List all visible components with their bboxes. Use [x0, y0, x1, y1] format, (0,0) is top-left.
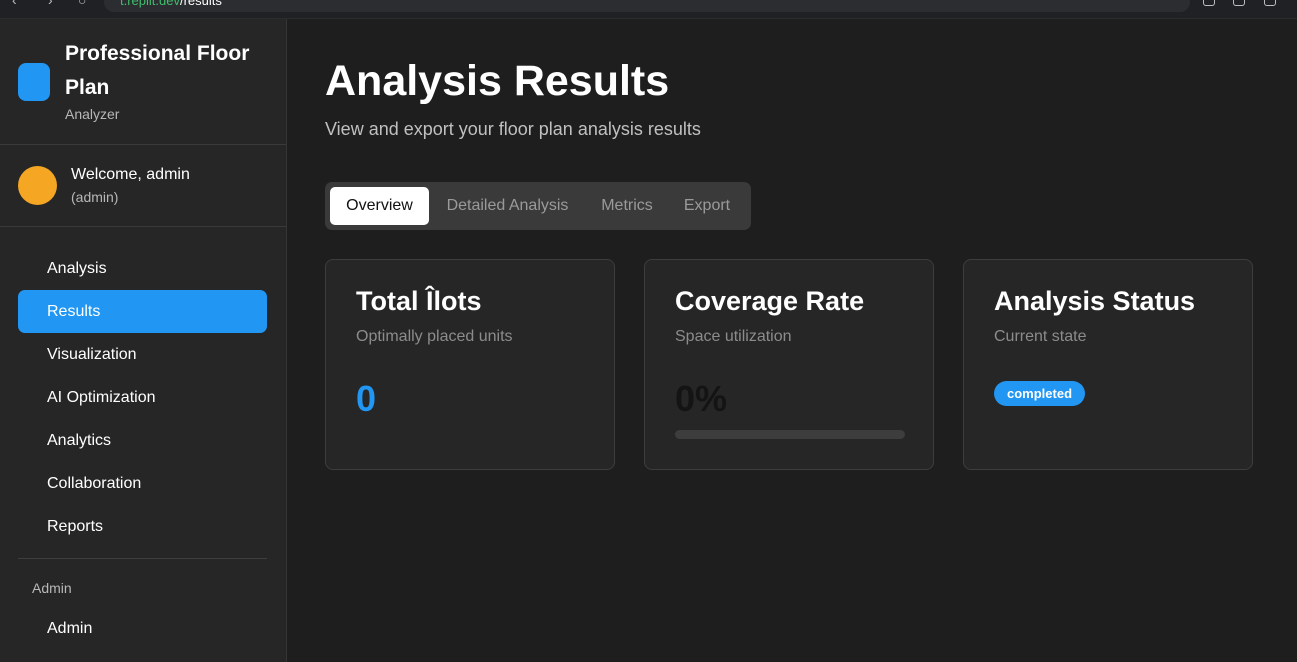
brand-header: Professional Floor Plan Analyzer [0, 19, 286, 145]
sidebar-item-results[interactable]: Results [18, 290, 267, 333]
tab-export[interactable]: Export [673, 187, 741, 225]
user-role: (admin) [71, 189, 119, 205]
app-subtitle: Analyzer [65, 106, 120, 122]
sidebar-nav: Analysis Results Visualization AI Optimi… [18, 247, 267, 548]
monitor-icon[interactable] [1203, 0, 1215, 6]
app-logo-icon [18, 63, 50, 101]
tab-overview[interactable]: Overview [330, 187, 429, 225]
tab-detailed-analysis[interactable]: Detailed Analysis [435, 187, 580, 225]
back-icon[interactable]: ‹ [12, 0, 17, 8]
card-subtitle: Space utilization [675, 328, 792, 345]
edit-icon[interactable] [1233, 0, 1245, 6]
sidebar-item-analysis[interactable]: Analysis [18, 247, 267, 290]
results-tabs: Overview Detailed Analysis Metrics Expor… [325, 182, 751, 230]
sidebar-item-ai-optimization[interactable]: AI Optimization [18, 376, 267, 419]
status-badge: completed [994, 381, 1086, 406]
sidebar-item-visualization[interactable]: Visualization [18, 333, 267, 376]
sidebar: Professional Floor Plan Analyzer Welcome… [0, 19, 287, 662]
coverage-rate-card: Coverage Rate Space utilization 0% [644, 259, 934, 470]
sidebar-divider [18, 558, 267, 559]
address-bar[interactable] [104, 0, 1190, 12]
card-title: Total Îlots [356, 286, 482, 316]
main-content: Analysis Results View and export your fl… [287, 19, 1297, 662]
avatar[interactable] [18, 166, 57, 205]
window-icon[interactable] [1264, 0, 1276, 6]
page-title: Analysis Results [325, 57, 670, 105]
coverage-progress-bar [675, 430, 905, 439]
app-title: Professional Floor Plan [65, 42, 250, 99]
address-text: t.replit.dev/results [120, 0, 222, 8]
url-path: /results [179, 0, 222, 8]
sidebar-item-analytics[interactable]: Analytics [18, 419, 267, 462]
forward-icon[interactable]: › [48, 0, 53, 8]
page-subtitle: View and export your floor plan analysis… [325, 119, 701, 139]
reload-icon[interactable]: ○ [78, 0, 86, 8]
card-title: Coverage Rate [675, 286, 865, 316]
sidebar-item-reports[interactable]: Reports [18, 505, 267, 548]
analysis-status-card: Analysis Status Current state completed [963, 259, 1253, 470]
total-ilots-value: 0 [356, 378, 377, 419]
browser-toolbar: ‹ › ○ t.replit.dev/results [0, 0, 1297, 19]
url-host: t.replit.dev [120, 0, 180, 8]
card-title: Analysis Status [994, 286, 1196, 316]
user-welcome: Welcome, admin [71, 166, 190, 183]
coverage-rate-value: 0% [675, 378, 728, 419]
tab-metrics[interactable]: Metrics [587, 187, 667, 225]
card-subtitle: Current state [994, 328, 1087, 345]
user-panel: Welcome, admin (admin) [0, 145, 286, 227]
sidebar-item-collaboration[interactable]: Collaboration [18, 462, 267, 505]
sidebar-item-admin[interactable]: Admin [18, 607, 267, 650]
card-subtitle: Optimally placed units [356, 328, 513, 345]
admin-section-label: Admin [32, 580, 72, 596]
total-ilots-card: Total Îlots Optimally placed units 0 [325, 259, 615, 470]
